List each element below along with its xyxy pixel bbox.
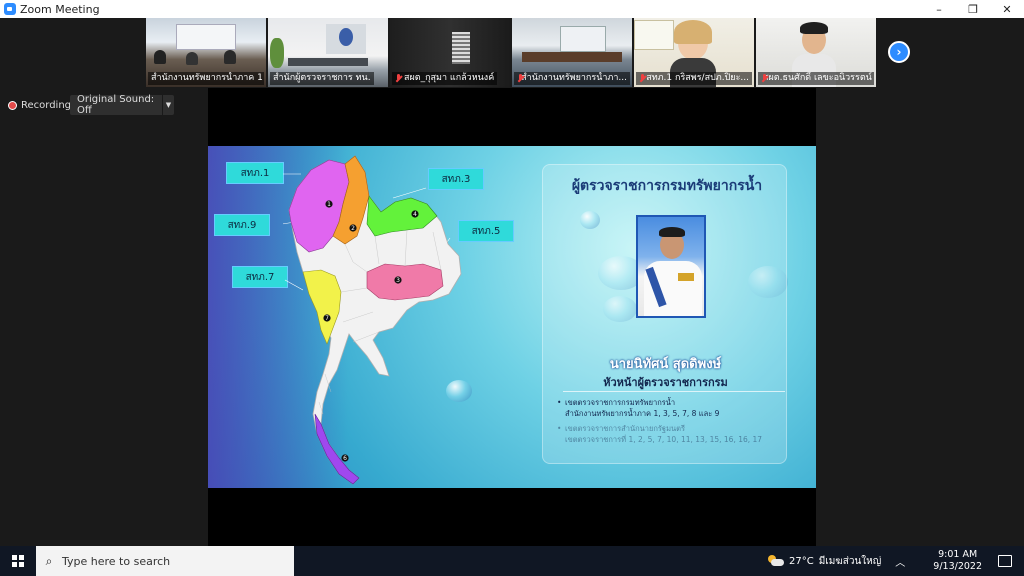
window-controls: – ❐ ✕: [922, 0, 1024, 18]
participant-tile-active-speaker[interactable]: สำนักผู้ตรวจราชการ ทน.: [268, 18, 388, 87]
taskbar: ⌕ Type here to search 27°C มีเมฆส่วนใหญ่…: [0, 546, 1024, 576]
shared-screen: สทภ.1 สทภ.9 สทภ.7 สทภ.3 สทภ.5 1 2 3 7 4 …: [208, 88, 816, 546]
window-title: Zoom Meeting: [20, 2, 100, 16]
panel-title: ผู้ตรวจราชการกรมทรัพยากรน้ำ: [571, 178, 763, 194]
participant-name: สผต.ธนศักดิ์ เลขะอนิวรรตน์: [758, 72, 874, 85]
meeting-area: สำนักงานทรัพยากรน้ำภาค 1 สำนักผู้ตรวจราช…: [0, 18, 1024, 546]
official-portrait: [636, 215, 706, 318]
record-icon: [8, 100, 17, 110]
muted-mic-icon: [517, 74, 523, 83]
window-title-bar: Zoom Meeting – ❐ ✕: [0, 0, 1024, 18]
minimize-button[interactable]: –: [922, 0, 956, 18]
map-number: 7: [325, 315, 329, 322]
original-sound-toggle[interactable]: Original Sound: Off ▼: [70, 94, 174, 116]
participant-tile[interactable]: สำนักงานทรัพยากรน้ำภาค 1: [146, 18, 266, 87]
partly-cloudy-icon: [767, 555, 784, 567]
weather-widget[interactable]: 27°C มีเมฆส่วนใหญ่: [767, 554, 882, 569]
participant-name: สำนักงานทรัพยากรน้ำภา...: [514, 72, 630, 85]
region-label: สทภ.9: [214, 214, 270, 236]
chevron-up-icon[interactable]: ︿: [895, 554, 905, 569]
participant-name: สผต_กุสุมา แกล้วหนงค์: [392, 72, 498, 85]
weather-condition: มีเมฆส่วนใหญ่: [818, 555, 882, 567]
start-button[interactable]: [0, 546, 36, 576]
taskbar-search-box[interactable]: ⌕ Type here to search: [36, 546, 294, 576]
temperature: 27°C: [788, 555, 814, 567]
panel-bullet: เขตตรวจราชการกรมทรัพยากรน้ำ สำนักงานทรัพ…: [557, 397, 785, 419]
region-label: สทภ.1: [226, 162, 284, 184]
thailand-region-map: 1 2 3 7 4 6: [283, 155, 462, 485]
official-name: นายนิทัศน์ สุดดิพงษ์: [609, 357, 722, 372]
participant-tile[interactable]: สผต.ธนศักดิ์ เลขะอนิวรรตน์: [756, 18, 876, 87]
chevron-right-icon: ›: [896, 45, 902, 59]
search-icon: ⌕: [45, 553, 53, 568]
recording-indicator[interactable]: Recording: [8, 95, 71, 115]
search-placeholder: Type here to search: [62, 554, 171, 568]
clock-time: 9:01 AM: [938, 549, 978, 560]
participant-gallery: สำนักงานทรัพยากรน้ำภาค 1 สำนักผู้ตรวจราช…: [146, 18, 876, 88]
restore-button[interactable]: ❐: [956, 0, 990, 18]
muted-mic-icon: [639, 74, 645, 83]
system-tray: 27°C มีเมฆส่วนใหญ่ ︿ 9:01 AM 9/13/2022: [767, 546, 1024, 576]
map-number: 6: [343, 455, 347, 462]
presentation-slide: สทภ.1 สทภ.9 สทภ.7 สทภ.3 สทภ.5 1 2 3 7 4 …: [208, 146, 816, 488]
map-number: 1: [327, 201, 331, 208]
panel-divider: [563, 391, 785, 392]
clock-date: 9/13/2022: [933, 561, 982, 572]
region-label: สทภ.7: [232, 266, 288, 288]
muted-mic-icon: [395, 74, 402, 83]
inspector-info-panel: ผู้ตรวจราชการกรมทรัพยากรน้ำ นายนิทัศน์ ส…: [542, 164, 787, 464]
map-number: 2: [351, 225, 355, 232]
panel-bullet: เขตตรวจราชการสำนักนายกรัฐมนตรี เขตตรวจรา…: [557, 423, 785, 445]
notification-icon[interactable]: [998, 555, 1012, 567]
close-button[interactable]: ✕: [990, 0, 1024, 18]
participant-name: สทภ.1 กริสพร/สปภ.ปิยะ...: [636, 72, 752, 85]
recording-label: Recording: [21, 99, 72, 111]
windows-logo-icon: [12, 555, 24, 567]
map-number: 3: [396, 277, 400, 284]
official-role: หัวหน้าผู้ตรวจราชการกรม: [603, 376, 728, 389]
participant-name: สำนักผู้ตรวจราชการ ทน.: [270, 72, 374, 85]
next-page-button[interactable]: ›: [888, 41, 910, 63]
zoom-app-icon: [4, 3, 16, 15]
participant-tile[interactable]: สทภ.1 กริสพร/สปภ.ปิยะ...: [634, 18, 754, 87]
participant-tile[interactable]: สผต_กุสุมา แกล้วหนงค์: [390, 18, 510, 87]
original-sound-label: Original Sound: Off: [77, 94, 155, 116]
chevron-down-icon[interactable]: ▼: [162, 95, 174, 115]
participant-tile[interactable]: สำนักงานทรัพยากรน้ำภา...: [512, 18, 632, 87]
map-number: 4: [413, 211, 417, 218]
participant-name: สำนักงานทรัพยากรน้ำภาค 1: [148, 72, 264, 85]
clock[interactable]: 9:01 AM 9/13/2022: [933, 549, 982, 573]
